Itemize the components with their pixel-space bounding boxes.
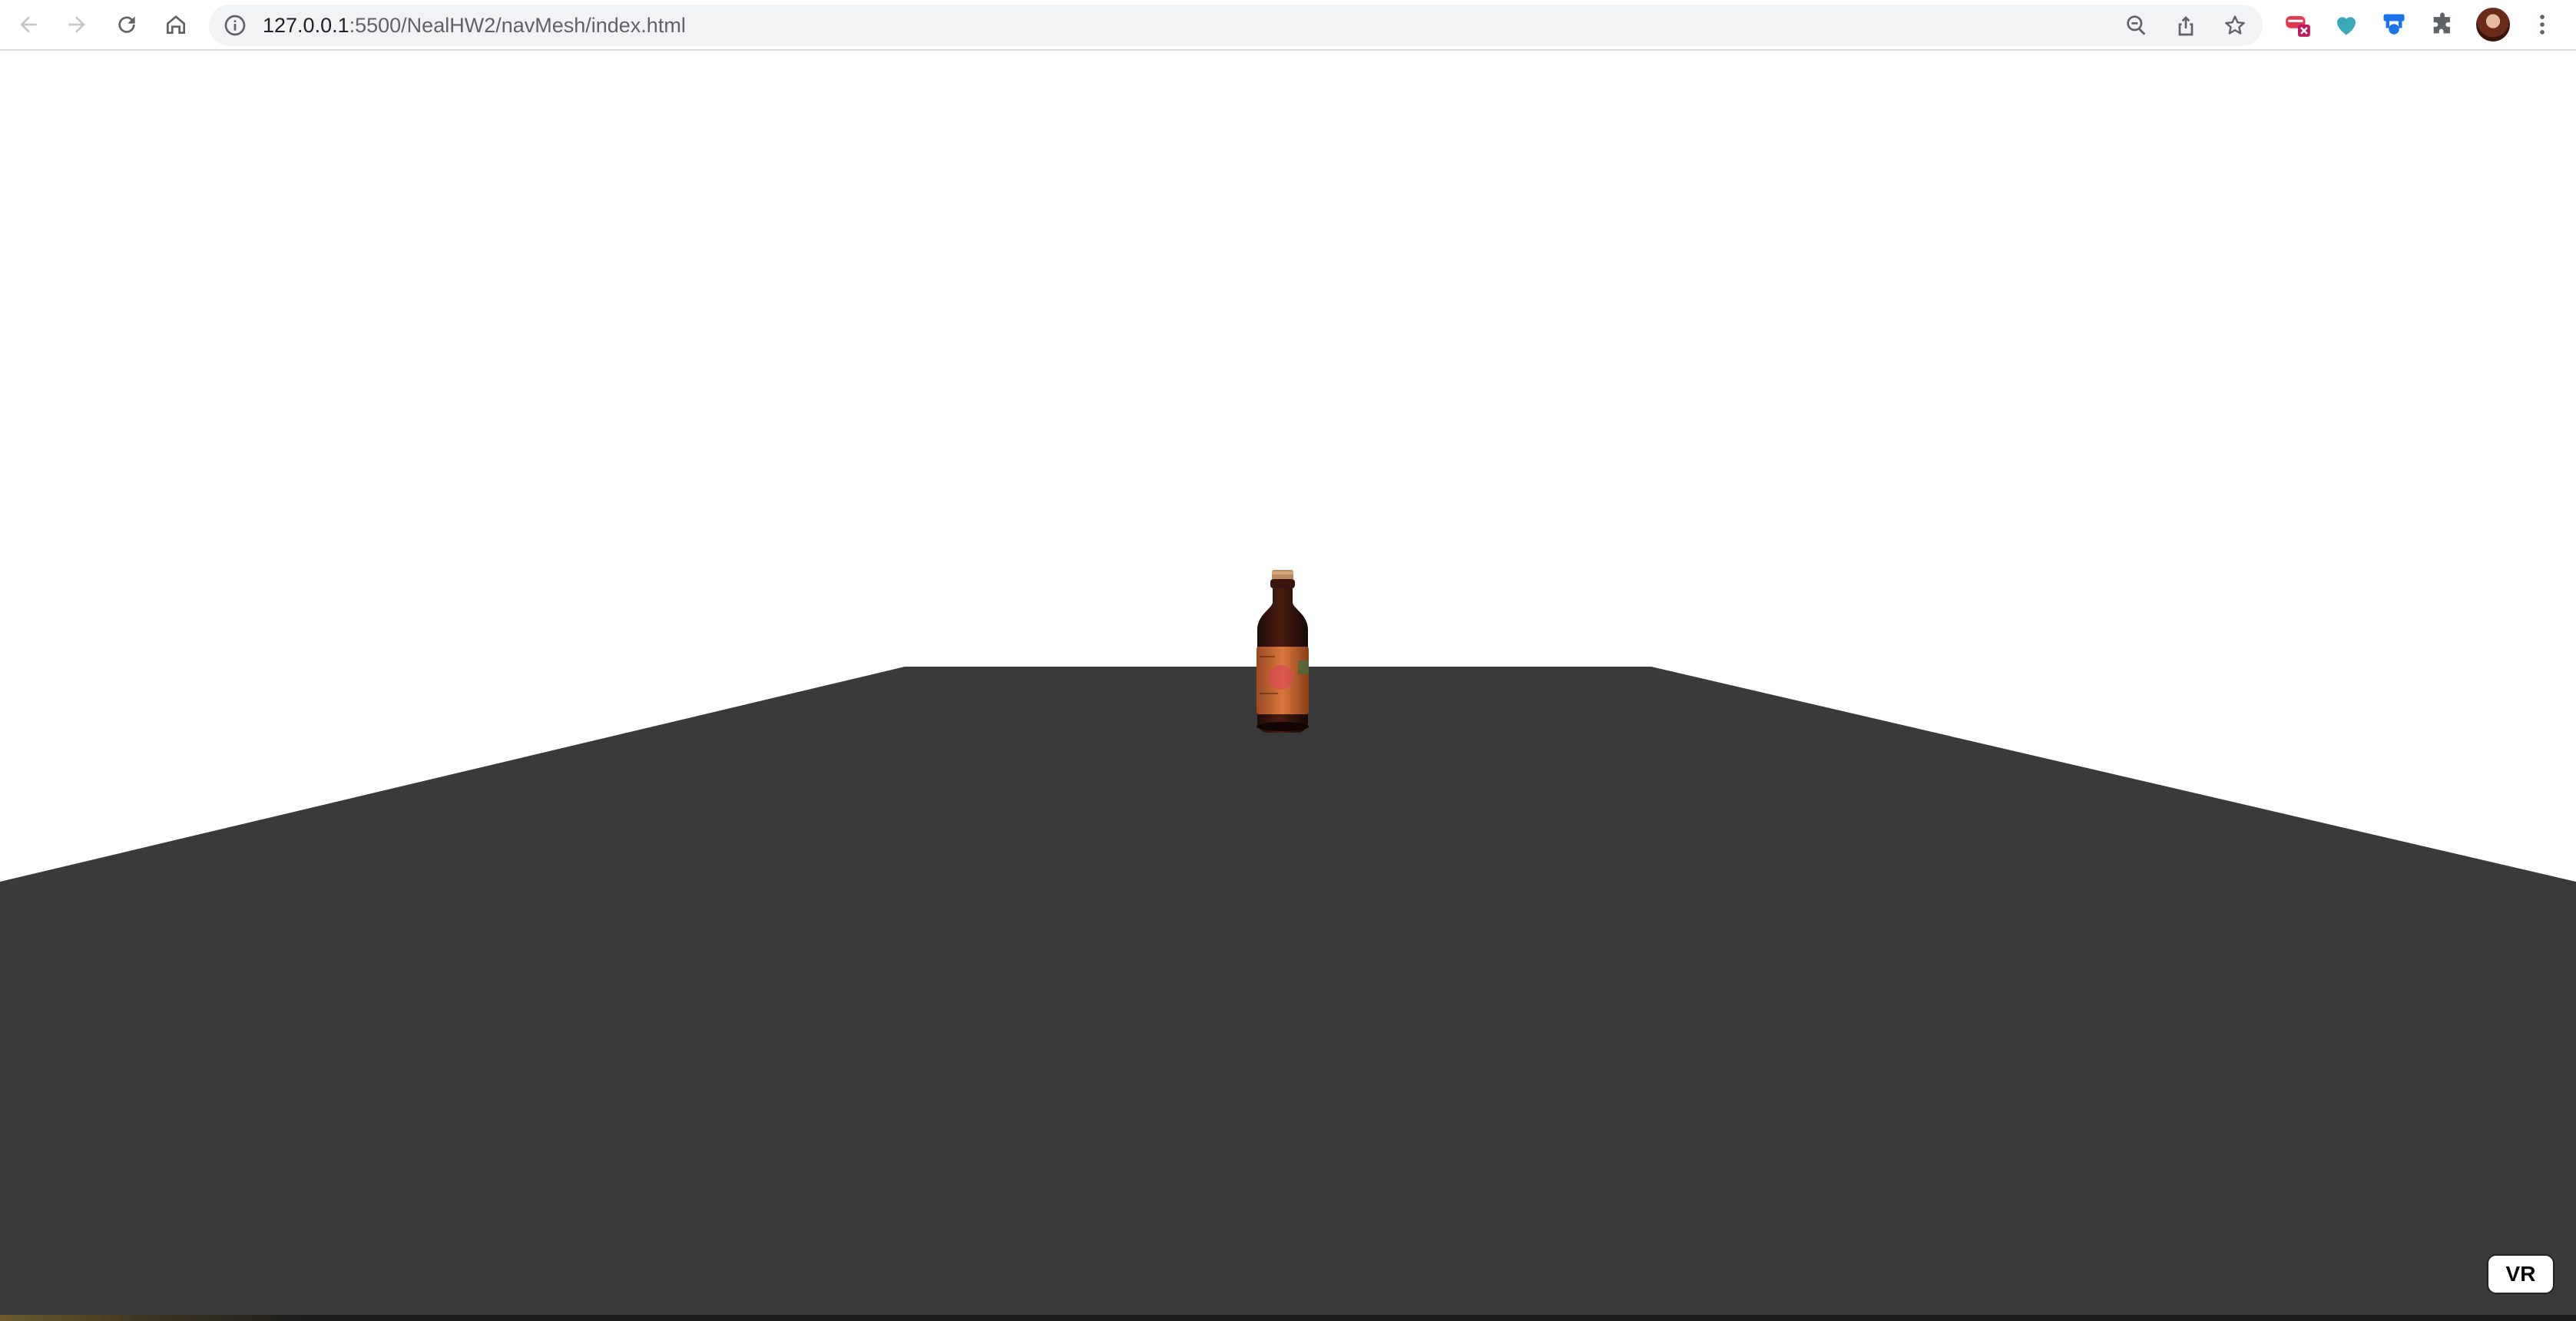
forward-arrow-icon (68, 16, 85, 33)
vr-button[interactable]: VR (2488, 1256, 2553, 1293)
back-button[interactable] (11, 7, 46, 42)
reload-button[interactable] (109, 7, 144, 42)
browser-toolbar: 127.0.0.1:5500/NealHW2/navMesh/index.htm… (0, 0, 2576, 51)
home-icon (167, 15, 185, 34)
bottle-model (1257, 570, 1309, 733)
extension-red-icon[interactable] (2283, 9, 2313, 40)
star-icon[interactable] (2223, 13, 2247, 38)
extension-heart-icon[interactable] (2331, 9, 2362, 40)
extension-blue-icon[interactable] (2379, 9, 2409, 40)
back-arrow-icon (20, 16, 37, 33)
webgl-scene-canvas[interactable]: VR (0, 51, 2576, 1315)
share-icon[interactable] (2174, 13, 2198, 38)
home-button[interactable] (158, 7, 194, 42)
forward-button[interactable] (59, 7, 94, 42)
bottom-edge (0, 1315, 2576, 1321)
url-host: 127.0.0.1 (263, 14, 349, 37)
url-text[interactable]: 127.0.0.1:5500/NealHW2/navMesh/index.htm… (263, 5, 686, 46)
address-bar[interactable]: 127.0.0.1:5500/NealHW2/navMesh/index.htm… (209, 5, 2263, 46)
url-path: :5500/NealHW2/navMesh/index.html (349, 14, 686, 37)
reload-icon (118, 16, 135, 33)
puzzle-icon[interactable] (2427, 9, 2458, 40)
kebab-menu-icon[interactable] (2527, 9, 2558, 40)
avatar[interactable] (2476, 8, 2510, 41)
zoom-out-icon[interactable] (2124, 13, 2149, 38)
info-icon[interactable] (223, 13, 247, 38)
